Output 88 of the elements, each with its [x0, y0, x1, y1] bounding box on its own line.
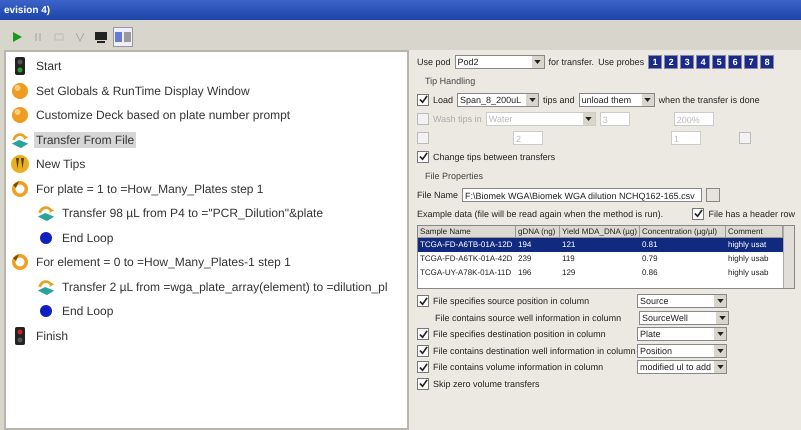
tip-action-dropdown[interactable]: unload them: [578, 92, 655, 106]
method-step[interactable]: Transfer 98 µL from P4 to ="PCR_Dilution"&plate: [60, 205, 325, 222]
checkbox[interactable]: [417, 295, 429, 308]
load-label: Load: [433, 94, 454, 104]
table-cell-text: TCGA-UY-A78K-01A-11D: [419, 267, 512, 279]
transfer-label: for transfer.: [548, 56, 594, 66]
table-cell-text: TCGA-FD-A6TK-01A-42D: [419, 253, 514, 265]
browse-button[interactable]: [706, 188, 720, 202]
section-heading[interactable]: Tip Handling: [417, 76, 476, 86]
option-label: File specifies destination position in column: [433, 329, 607, 340]
probe-toggle[interactable]: 6: [728, 54, 742, 68]
table-cell-text: 129: [561, 267, 576, 279]
method-step[interactable]: For plate = 1 to =How_Many_Plates step 1: [34, 180, 266, 197]
table-cell-text: 0.86: [641, 267, 659, 279]
method-step[interactable]: Transfer From File: [34, 132, 136, 148]
checkbox[interactable]: [417, 94, 429, 106]
probe-toggle[interactable]: 2: [664, 54, 678, 68]
checkbox[interactable]: [417, 150, 429, 162]
column-header[interactable]: Yield MDA_DNA (µg): [560, 226, 640, 238]
table-cell-text: 196: [517, 267, 532, 279]
change-tips-label: Change tips between transfers: [433, 152, 556, 162]
tip-type-dropdown[interactable]: Span_8_200uL: [457, 92, 540, 106]
method-step[interactable]: Customize Deck based on plate number prompt: [34, 107, 292, 124]
column-header[interactable]: Comment: [726, 226, 783, 238]
table-cell-text: 121: [561, 239, 576, 251]
table-cell-text: highly usat: [727, 239, 768, 251]
wash-label: Wash tips in: [433, 114, 482, 124]
table-cell-text: 239: [517, 253, 532, 265]
header-row-label: File has a header row: [708, 208, 795, 218]
checkbox[interactable]: [692, 208, 704, 220]
checkbox[interactable]: [417, 361, 429, 374]
method-step[interactable]: For element = 0 to =How_Many_Plates-1 step 1: [34, 254, 293, 270]
option-label: File contains source well information in column: [435, 312, 622, 323]
transfer-icon: [36, 203, 56, 224]
method-step[interactable]: End Loop: [60, 303, 116, 320]
table-cell-text: 0.81: [641, 239, 659, 251]
table-row[interactable]: TCGA-UY-A78K-01A-11D 196 129 0.86 highly usab: [418, 266, 783, 280]
table-cell-text: highly usab: [727, 267, 770, 279]
column-dropdown[interactable]: SourceWell: [639, 310, 729, 325]
method-step[interactable]: Finish: [34, 328, 70, 344]
table-cell-text: 119: [561, 253, 576, 265]
probe-toggle[interactable]: 4: [696, 54, 710, 68]
table-cell-text: 0.79: [641, 253, 659, 265]
table-row[interactable]: TCGA-FD-A6TB-01A-12D 194 121 0.81 highly usat: [418, 238, 783, 252]
method-step[interactable]: New Tips: [34, 156, 88, 172]
probe-toggle[interactable]: 8: [760, 54, 774, 68]
column-dropdown[interactable]: Plate: [637, 327, 727, 342]
method-step[interactable]: End Loop: [60, 230, 116, 246]
method-step[interactable]: Transfer 2 µL from =wga_plate_array(element) to =dilution_pl: [60, 278, 390, 295]
ball-icon: [10, 80, 30, 101]
example-note: Example data (file will be read again when the method is run).: [417, 208, 664, 218]
tips-icon: [10, 154, 30, 174]
option-label: Skip zero volume transfers: [433, 378, 540, 389]
option-label: File contains destination well information in column: [433, 346, 633, 356]
file-name-label: File Name: [417, 190, 458, 200]
window-title: evision 4): [4, 4, 50, 16]
transfer-done-label: when the transfer is done: [658, 94, 760, 104]
table-cell-text: 194: [517, 239, 532, 251]
checkbox[interactable]: [417, 328, 429, 340]
ball-icon: [10, 105, 30, 126]
option-label: File contains volume information in column: [433, 362, 604, 372]
option-label: File specifies source position in column: [433, 296, 590, 306]
pod-label: Use pod: [417, 56, 451, 66]
checkbox[interactable]: [417, 344, 429, 357]
probes-label: Use probes: [598, 56, 644, 66]
scrollbar[interactable]: [783, 226, 794, 288]
file-name-field[interactable]: F:\Biomek WGA\Biomek WGA dilution NCHQ162-165.csv: [462, 188, 702, 202]
probe-toggle[interactable]: 7: [744, 54, 758, 68]
probe-toggle[interactable]: 1: [648, 54, 662, 68]
probe-toggle[interactable]: 3: [680, 54, 694, 68]
table-row[interactable]: TCGA-FD-A6TK-01A-42D 239 119 0.79 highly usab: [418, 252, 783, 266]
table-cell-text: TCGA-FD-A6TB-01A-12D: [419, 239, 514, 251]
column-header[interactable]: gDNA (ng): [516, 226, 560, 238]
section-heading[interactable]: File Properties: [417, 170, 484, 180]
column-header[interactable]: Concentration (µg/µl): [640, 226, 726, 238]
column-header[interactable]: Sample Name: [418, 226, 516, 238]
method-step[interactable]: Set Globals & RunTime Display Window: [34, 82, 252, 99]
column-dropdown[interactable]: modified ul to add: [637, 360, 727, 374]
method-step[interactable]: Start: [34, 58, 64, 74]
checkbox[interactable]: [417, 378, 429, 390]
probe-toggle[interactable]: 5: [712, 54, 726, 68]
loop-icon: [10, 178, 30, 199]
column-dropdown[interactable]: Source: [637, 294, 727, 308]
column-dropdown[interactable]: Position: [637, 344, 727, 358]
tips-label: tips and: [543, 94, 575, 104]
loop-icon: [10, 252, 30, 272]
table-cell-text: highly usab: [727, 253, 770, 265]
pod-dropdown[interactable]: Pod2: [454, 54, 545, 68]
